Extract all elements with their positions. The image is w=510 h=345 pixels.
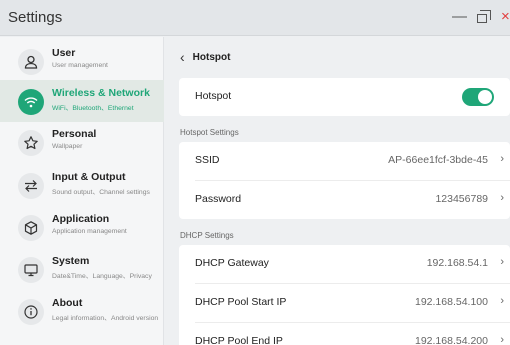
- hotspot-toggle-label: Hotspot: [195, 90, 232, 102]
- hotspot-settings-card: SSID AP-66ee1fcf-3bde-45 › Password 1234…: [179, 142, 510, 219]
- ssid-row[interactable]: SSID AP-66ee1fcf-3bde-45 ›: [179, 142, 510, 180]
- dhcp-pool-start-label: DHCP Pool Start IP: [195, 296, 287, 308]
- ssid-label: SSID: [195, 154, 220, 166]
- cube-icon: [18, 215, 44, 241]
- sidebar-item-label: User: [52, 47, 76, 59]
- info-icon: [18, 299, 44, 325]
- main-panel: ‹ Hotspot Hotspot Hotspot Settings SSID …: [165, 37, 510, 345]
- chevron-right-icon: ›: [500, 256, 504, 268]
- hotspot-settings-title: Hotspot Settings: [180, 128, 239, 137]
- hotspot-toggle-switch[interactable]: [462, 88, 494, 106]
- sidebar-item-application[interactable]: Application Application management: [0, 206, 164, 248]
- sidebar-item-label: Personal: [52, 128, 97, 140]
- sidebar-item-label: Application: [52, 213, 110, 225]
- dhcp-pool-end-row[interactable]: DHCP Pool End IP 192.168.54.200 ›: [179, 323, 510, 345]
- restore-icon: [477, 10, 491, 23]
- chevron-right-icon: ›: [500, 334, 504, 345]
- dhcp-gateway-value: 192.168.54.1: [426, 257, 488, 269]
- minimize-button[interactable]: —: [452, 8, 467, 26]
- sidebar-item-label: System: [52, 255, 90, 267]
- password-row[interactable]: Password 123456789 ›: [179, 181, 510, 219]
- ssid-value: AP-66ee1fcf-3bde-45: [388, 154, 488, 166]
- dhcp-settings-title: DHCP Settings: [180, 231, 234, 240]
- restore-button[interactable]: [477, 8, 491, 26]
- sidebar-item-sublabel: Sound output、Channel settings: [52, 189, 150, 196]
- sidebar-item-sublabel: User management: [52, 62, 108, 69]
- sidebar-item-sublabel: Date&Time、Language、Privacy: [52, 273, 152, 280]
- star-icon: [18, 130, 44, 156]
- page-title: Hotspot: [192, 51, 231, 63]
- chevron-left-icon: ‹: [180, 49, 185, 65]
- sidebar-item-sublabel: Wallpaper: [52, 143, 83, 150]
- swap-arrows-icon: [18, 173, 44, 199]
- sidebar-item-system[interactable]: System Date&Time、Language、Privacy: [0, 248, 164, 290]
- sidebar-item-label: Wireless & Network: [52, 87, 150, 99]
- title-bar: Settings — ×: [0, 0, 510, 36]
- sidebar-item-sublabel: Application management: [52, 228, 127, 235]
- sidebar-item-about[interactable]: About Legal information、Android version: [0, 290, 164, 332]
- dhcp-gateway-label: DHCP Gateway: [195, 257, 269, 269]
- chevron-right-icon: ›: [500, 295, 504, 307]
- password-value: 123456789: [435, 193, 488, 205]
- sidebar-item-sublabel: Legal information、Android version: [52, 315, 159, 322]
- sidebar-item-wireless-network[interactable]: Wireless & Network WiFi、Bluetooth、Ethern…: [0, 80, 164, 122]
- sidebar-item-sublabel: WiFi、Bluetooth、Ethernet: [52, 105, 134, 112]
- chevron-right-icon: ›: [500, 153, 504, 165]
- sidebar-item-label: About: [52, 297, 83, 309]
- wifi-icon: [18, 89, 44, 115]
- password-label: Password: [195, 193, 242, 205]
- hotspot-toggle-card: Hotspot: [179, 78, 510, 116]
- sidebar-item-user[interactable]: User User management: [0, 40, 164, 82]
- sidebar: User User management Wireless & Network …: [0, 37, 164, 345]
- back-button[interactable]: ‹ Hotspot: [180, 48, 230, 66]
- chevron-right-icon: ›: [500, 192, 504, 204]
- sidebar-item-label: Input & Output: [52, 171, 126, 183]
- toggle-knob: [478, 90, 492, 104]
- app-title: Settings: [8, 9, 63, 26]
- close-button[interactable]: ×: [501, 8, 510, 26]
- dhcp-pool-end-label: DHCP Pool End IP: [195, 335, 283, 345]
- user-icon: [18, 49, 44, 75]
- monitor-icon: [18, 257, 44, 283]
- hotspot-toggle-row[interactable]: Hotspot: [179, 78, 510, 116]
- dhcp-pool-start-row[interactable]: DHCP Pool Start IP 192.168.54.100 ›: [179, 284, 510, 322]
- dhcp-gateway-row[interactable]: DHCP Gateway 192.168.54.1 ›: [179, 245, 510, 283]
- sidebar-item-input-output[interactable]: Input & Output Sound output、Channel sett…: [0, 164, 164, 206]
- dhcp-settings-card: DHCP Gateway 192.168.54.1 › DHCP Pool St…: [179, 245, 510, 345]
- dhcp-pool-end-value: 192.168.54.200: [415, 335, 488, 345]
- dhcp-pool-start-value: 192.168.54.100: [415, 296, 488, 308]
- sidebar-item-personal[interactable]: Personal Wallpaper: [0, 121, 164, 163]
